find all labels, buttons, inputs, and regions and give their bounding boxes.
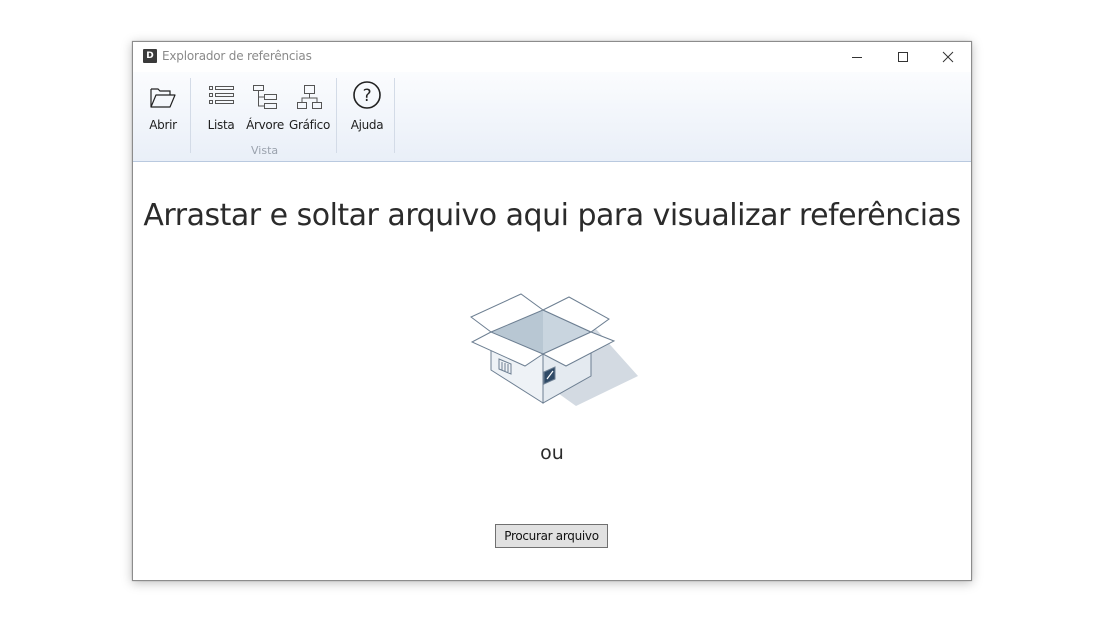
title-bar[interactable]: D Explorador de referências: [133, 42, 971, 72]
graph-label: Gráfico: [289, 118, 330, 132]
ribbon-toolbar: Abrir Lista Árvore Gráfico Vista ? Ajuda: [133, 72, 971, 162]
svg-text:?: ?: [363, 86, 372, 106]
ribbon-separator: [190, 78, 191, 153]
graph-view-button[interactable]: Gráfico: [289, 78, 330, 132]
list-icon: [209, 86, 234, 104]
help-button[interactable]: ? Ajuda: [347, 78, 387, 132]
close-icon: [942, 51, 954, 63]
open-button[interactable]: Abrir: [143, 78, 183, 132]
drop-zone[interactable]: Arrastar e soltar arquivo aqui para visu…: [133, 162, 971, 580]
list-label: Lista: [207, 118, 235, 132]
close-button[interactable]: [925, 42, 971, 72]
graph-icon: [297, 85, 322, 109]
or-separator-text: ou: [540, 442, 564, 464]
help-icon: ?: [353, 81, 381, 109]
drop-message: Arrastar e soltar arquivo aqui para visu…: [143, 198, 961, 233]
tree-label: Árvore: [246, 118, 284, 132]
app-icon: D: [143, 49, 157, 63]
window-title: Explorador de referências: [162, 49, 312, 63]
browse-file-button[interactable]: Procurar arquivo: [495, 524, 608, 548]
ribbon-separator: [336, 78, 337, 153]
help-label: Ajuda: [350, 118, 384, 132]
folder-open-icon: [150, 88, 176, 108]
minimize-icon: [852, 57, 862, 58]
ribbon-separator: [394, 78, 395, 153]
list-view-button[interactable]: Lista: [203, 78, 239, 132]
minimize-button[interactable]: [834, 42, 880, 72]
view-group-label: Vista: [251, 144, 279, 157]
open-label: Abrir: [149, 118, 177, 132]
open-box-illustration: [470, 293, 638, 406]
maximize-button[interactable]: [880, 42, 926, 72]
tree-view-button[interactable]: Árvore: [245, 78, 285, 132]
reference-explorer-window: D Explorador de referências Abrir Lista …: [132, 41, 972, 581]
maximize-icon: [898, 52, 908, 62]
tree-icon: [253, 85, 277, 109]
